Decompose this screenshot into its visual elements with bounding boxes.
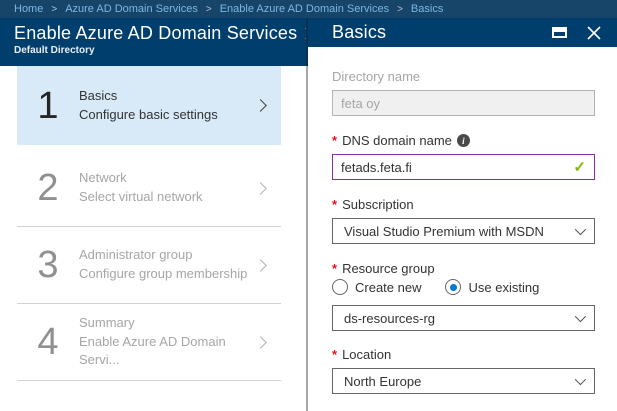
subscription-label: * Subscription xyxy=(332,197,414,212)
breadcrumb: Home > Azure AD Domain Services > Enable… xyxy=(0,0,617,18)
wizard-steps: 1 Basics Configure basic settings 2 Netw… xyxy=(0,66,306,388)
breadcrumb-home[interactable]: Home xyxy=(14,3,43,15)
step-title: Administrator group xyxy=(79,247,193,263)
step-number: 2 xyxy=(37,167,59,209)
step-title: Basics xyxy=(79,87,118,103)
divider xyxy=(17,380,281,381)
resource-group-value: ds-resources-rg xyxy=(344,310,436,326)
breadcrumb-basics[interactable]: Basics xyxy=(411,3,443,15)
location-value: North Europe xyxy=(344,373,422,389)
radio-label: Use existing xyxy=(468,279,540,295)
wizard-title: Enable Azure AD Domain Services xyxy=(14,23,298,43)
step-item-network[interactable]: 2 Network Select virtual network xyxy=(17,157,281,219)
required-asterisk: * xyxy=(332,133,338,148)
wizard-panel: Enable Azure AD Domain Services Default … xyxy=(0,18,318,411)
divider xyxy=(17,226,281,227)
location-label: * Location xyxy=(332,347,392,362)
step-item-administrator-group[interactable]: 3 Administrator group Configure group me… xyxy=(17,234,281,296)
directory-name-label: Directory name xyxy=(332,69,421,84)
resource-group-field: * Resource group Create new Use existing xyxy=(332,261,595,331)
dns-domain-name-field: * DNS domain name i ✓ xyxy=(332,133,595,180)
resource-group-label: * Resource group xyxy=(332,261,435,276)
required-asterisk: * xyxy=(332,347,338,362)
breadcrumb-separator-icon: > xyxy=(51,3,58,15)
chevron-right-icon xyxy=(254,335,267,349)
subscription-dropdown[interactable]: Visual Studio Premium with MSDN xyxy=(332,218,595,244)
step-item-basics[interactable]: 1 Basics Configure basic settings xyxy=(17,66,281,145)
maximize-icon[interactable] xyxy=(552,27,567,38)
chevron-right-icon xyxy=(254,258,267,272)
directory-subtitle: Default Directory xyxy=(14,45,95,56)
breadcrumb-separator-icon: > xyxy=(397,3,403,15)
step-subtitle: Configure group membership xyxy=(79,266,248,281)
required-asterisk: * xyxy=(332,197,338,212)
step-item-summary[interactable]: 4 Summary Enable Azure AD Domain Servi..… xyxy=(17,311,281,373)
radio-icon xyxy=(332,279,348,295)
step-subtitle: Select virtual network xyxy=(79,189,203,204)
step-title: Summary xyxy=(79,314,135,330)
radio-use-existing[interactable]: Use existing xyxy=(445,279,539,295)
location-dropdown[interactable]: North Europe xyxy=(332,368,595,394)
subscription-value: Visual Studio Premium with MSDN xyxy=(344,223,544,239)
chevron-down-icon xyxy=(574,223,587,236)
basics-blade-header: Basics xyxy=(308,18,617,47)
divider xyxy=(17,303,281,304)
basics-form: Directory name * DNS domain name i ✓ xyxy=(308,47,617,411)
wizard-panel-header: Enable Azure AD Domain Services Default … xyxy=(0,18,318,66)
breadcrumb-aadds[interactable]: Azure AD Domain Services xyxy=(65,3,198,15)
radio-label: Create new xyxy=(355,279,422,295)
dns-domain-name-input[interactable] xyxy=(332,154,595,180)
directory-name-field: Directory name xyxy=(332,69,595,116)
resource-group-dropdown[interactable]: ds-resources-rg xyxy=(332,305,595,331)
info-icon[interactable]: i xyxy=(456,134,470,147)
step-subtitle: Configure basic settings xyxy=(79,106,218,122)
chevron-down-icon xyxy=(574,310,587,323)
azure-portal-screen: Home > Azure AD Domain Services > Enable… xyxy=(0,0,617,411)
blade-title: Basics xyxy=(332,22,387,42)
radio-icon-checked xyxy=(445,279,462,295)
subscription-field: * Subscription Visual Studio Premium wit… xyxy=(332,197,595,244)
required-asterisk: * xyxy=(332,261,338,276)
breadcrumb-enable-aadds[interactable]: Enable Azure AD Domain Services xyxy=(220,3,389,15)
chevron-down-icon xyxy=(574,373,587,386)
chevron-right-icon xyxy=(254,181,267,195)
radio-create-new[interactable]: Create new xyxy=(332,279,421,295)
step-number: 1 xyxy=(37,84,59,127)
close-icon[interactable] xyxy=(587,25,601,40)
step-title: Network xyxy=(79,170,127,186)
breadcrumb-separator-icon: > xyxy=(205,3,212,15)
valid-check-icon: ✓ xyxy=(573,159,586,176)
basics-blade: Basics Directory name feta oy * DNS doma… xyxy=(308,18,617,411)
step-number: 4 xyxy=(37,321,59,363)
chevron-right-icon xyxy=(254,99,267,112)
dns-domain-name-label: * DNS domain name i xyxy=(332,133,595,148)
location-field: * Location North Europe xyxy=(332,347,595,394)
directory-name-input xyxy=(332,90,595,116)
step-number: 3 xyxy=(37,244,59,286)
step-subtitle: Enable Azure AD Domain Servi... xyxy=(79,333,226,368)
